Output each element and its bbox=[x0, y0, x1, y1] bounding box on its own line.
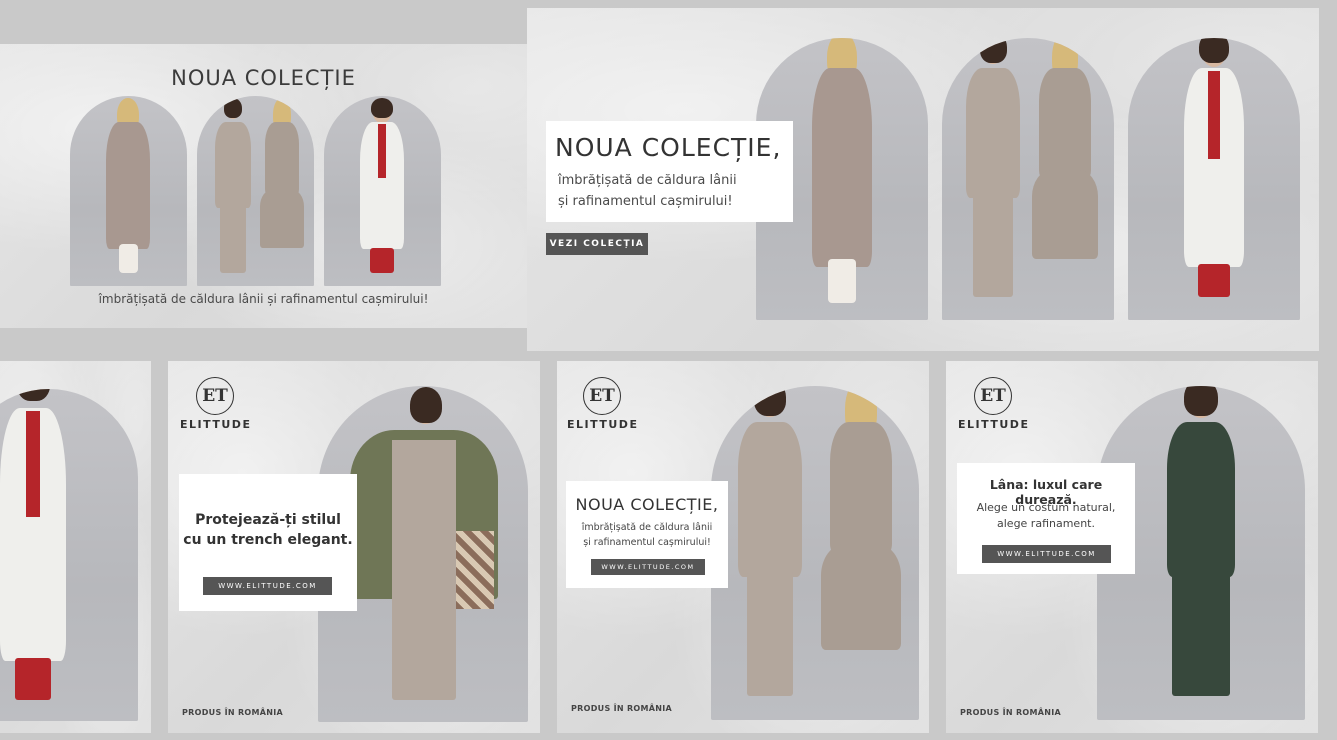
photo-arch-duo bbox=[197, 96, 314, 286]
post-wool: ET ELITTUDE Lâna: luxul care durează. Al… bbox=[946, 361, 1318, 733]
message-line2: alege rafinament. bbox=[997, 517, 1095, 530]
model-taupe-dress bbox=[809, 386, 913, 716]
photo-arch-white-coat bbox=[1128, 38, 1300, 320]
model-green-suit bbox=[1145, 386, 1257, 716]
post-trench: ET ELITTUDE Protejează-ți stilul cu un t… bbox=[168, 361, 540, 733]
headline-box: NOUA COLECȚIE, îmbrățișată de căldura lâ… bbox=[546, 121, 793, 222]
message-line2: cu un trench elegant. bbox=[183, 532, 353, 548]
model-white-coat bbox=[0, 389, 88, 721]
view-collection-button[interactable]: VEZI COLECȚIA bbox=[546, 233, 648, 255]
made-in-label: PRODUS ÎN ROMÂNIA bbox=[571, 704, 673, 713]
model-taupe-dress bbox=[1022, 38, 1108, 314]
brand-name: ELITTUDE bbox=[180, 418, 252, 431]
model-beige-coat bbox=[92, 98, 164, 284]
photo-arch-duo bbox=[711, 386, 919, 720]
photo-arch-white-coat bbox=[0, 389, 138, 721]
model-taupe-suit bbox=[717, 386, 823, 716]
model-white-coat bbox=[1164, 38, 1264, 314]
banner-headline: NOUA COLECȚIE bbox=[171, 66, 356, 90]
photo-arch-beige-coat bbox=[70, 96, 187, 286]
banner-top-right: NOUA COLECȚIE, îmbrățișată de căldura lâ… bbox=[527, 8, 1319, 351]
banner-top-left: NOUA COLECȚIE îmbrățișată de căldura lân… bbox=[0, 44, 527, 328]
model-taupe-dress bbox=[253, 98, 311, 284]
brand-name: ELITTUDE bbox=[567, 418, 639, 431]
brand-logo: ET ELITTUDE bbox=[180, 377, 250, 431]
et-monogram-icon: ET bbox=[196, 377, 234, 415]
post-white-coat-partial bbox=[0, 361, 151, 733]
photo-arch-duo bbox=[942, 38, 1114, 320]
model-white-coat bbox=[346, 98, 418, 284]
made-in-label: PRODUS ÎN ROMÂNIA bbox=[182, 708, 284, 717]
post-collection: ET ELITTUDE NOUA COLECȚIE, îmbrățișată d… bbox=[557, 361, 929, 733]
banner-subtitle: îmbrățișată de căldura lânii și rafiname… bbox=[98, 292, 429, 306]
banner-subtitle-line1: îmbrățișată de căldura lânii bbox=[558, 173, 737, 188]
message-line2: și rafinamentul cașmirului! bbox=[583, 537, 711, 548]
website-button[interactable]: WWW.ELITTUDE.COM bbox=[203, 577, 332, 595]
brand-name: ELITTUDE bbox=[958, 418, 1030, 431]
et-monogram-icon: ET bbox=[974, 377, 1012, 415]
message-line1: Alege un costum natural, bbox=[976, 501, 1116, 514]
banner-subtitle-line2: și rafinamentul cașmirului! bbox=[558, 194, 733, 209]
brand-logo: ET ELITTUDE bbox=[958, 377, 1028, 431]
message-line1: îmbrățișată de căldura lânii bbox=[581, 522, 713, 533]
website-button[interactable]: WWW.ELITTUDE.COM bbox=[591, 559, 705, 575]
message-line1: Protejează-ți stilul bbox=[195, 512, 341, 528]
website-button[interactable]: WWW.ELITTUDE.COM bbox=[982, 545, 1111, 563]
message-box: Protejează-ți stilul cu un trench elegan… bbox=[179, 474, 357, 611]
message-headline: NOUA COLECȚIE, bbox=[575, 495, 719, 514]
photo-arch-white-coat bbox=[324, 96, 441, 286]
message-box: Lâna: luxul care durează. Alege un costu… bbox=[957, 463, 1135, 574]
model-olive-trench bbox=[336, 387, 512, 720]
message-box: NOUA COLECȚIE, îmbrățișată de căldura lâ… bbox=[566, 481, 728, 588]
model-beige-coat bbox=[792, 38, 892, 314]
et-monogram-icon: ET bbox=[583, 377, 621, 415]
made-in-label: PRODUS ÎN ROMÂNIA bbox=[960, 708, 1062, 717]
banner-headline: NOUA COLECȚIE, bbox=[555, 133, 782, 162]
brand-logo: ET ELITTUDE bbox=[567, 377, 637, 431]
